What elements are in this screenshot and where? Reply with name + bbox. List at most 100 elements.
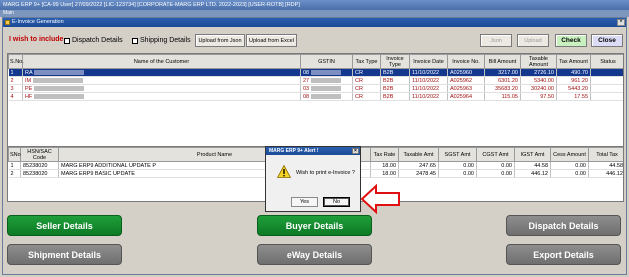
dispatch-details-button[interactable]: Dispatch Details: [506, 215, 621, 236]
table-row[interactable]: 3 PE 03 CR B2B 11/10/2022 A025963 35683.…: [8, 84, 623, 93]
cell-sno: 1: [8, 161, 21, 170]
gstin-value: 08: [303, 93, 310, 100]
col-header[interactable]: Tax Type: [352, 54, 381, 69]
cell-taxable-amount: 97.50: [520, 92, 557, 101]
cell-bill-amount: 115.05: [484, 92, 521, 101]
seller-details-button[interactable]: Seller Details: [7, 215, 122, 236]
table-row[interactable]: 2 IM 27 CR B2B 11/10/2022 A025962 6301.2…: [8, 76, 623, 85]
col-header[interactable]: Taxable Amt: [398, 147, 439, 162]
dispatch-details-checkbox[interactable]: Dispatch Details: [64, 37, 123, 44]
checkbox-box[interactable]: [132, 37, 138, 44]
gstin-value: 27: [303, 77, 310, 84]
cell-cess: 0.00: [550, 161, 589, 170]
upload-from-json-button[interactable]: Upload from Json: [195, 34, 245, 47]
upload-from-excel-button[interactable]: Upload from Excel: [246, 34, 297, 47]
alert-close-icon[interactable]: ×: [352, 148, 359, 154]
col-header[interactable]: Invoice Type: [380, 54, 410, 69]
redacted-block: [33, 93, 84, 99]
cell-tax-type: CR: [352, 76, 381, 85]
checkbox-label: Shipping Details: [140, 37, 191, 44]
wish-label: I wish to include: [9, 36, 64, 43]
cell-tax-type: CR: [352, 84, 381, 93]
cell-bill-amount: 6301.20: [484, 76, 521, 85]
no-button[interactable]: No: [323, 197, 350, 207]
cell-invoice-date: 11/10/2022: [409, 68, 448, 77]
json-button[interactable]: Json: [480, 34, 512, 47]
cell-status: [590, 68, 623, 77]
warning-icon: [277, 165, 291, 178]
redacted-block: [32, 77, 83, 83]
close-button[interactable]: Close: [591, 34, 623, 47]
invoice-header-row: S.No. Name of the Customer GSTIN Tax Typ…: [8, 54, 623, 69]
cell-customer: PE: [22, 84, 301, 93]
table-row[interactable]: 4 HF 08 CR B2B 11/10/2022 A025964 115.05…: [8, 92, 623, 101]
col-header[interactable]: Total Tax: [588, 147, 623, 162]
cell-taxable-amt: 247.65: [398, 161, 439, 170]
col-header[interactable]: Cess Amount: [550, 147, 589, 162]
col-header[interactable]: Bill Amount: [484, 54, 521, 69]
upload-button[interactable]: Upload: [517, 34, 549, 47]
cell-taxable-amount: 5340.00: [520, 76, 557, 85]
col-header[interactable]: GSTIN: [300, 54, 353, 69]
cell-tax-amount: 961.20: [556, 76, 591, 85]
cell-gstin: 27: [300, 76, 353, 85]
cell-invoice-no: A025964: [447, 92, 485, 101]
redacted-block: [310, 77, 341, 83]
col-header[interactable]: CGST Amt: [476, 147, 515, 162]
cell-igst: 44.58: [514, 161, 551, 170]
cell-invoice-date: 11/10/2022: [409, 84, 448, 93]
cell-gstin: 08: [300, 68, 353, 77]
col-header[interactable]: SNo: [8, 147, 21, 162]
cell-cess: 0.00: [550, 169, 589, 178]
cell-hsn: 85238020: [20, 161, 59, 170]
cell-invoice-no: A025960: [447, 68, 485, 77]
eway-details-button[interactable]: eWay Details: [257, 244, 372, 265]
customer-name: PE: [25, 85, 33, 92]
cell-sno: 2: [8, 169, 21, 178]
cell-total-tax: 44.58: [588, 161, 623, 170]
checkbox-label: Dispatch Details: [72, 37, 123, 44]
table-row[interactable]: 1 RA 08 CR B2B 11/10/2022 A025960 3217.0…: [8, 68, 623, 77]
app-menubar[interactable]: Main: [0, 10, 629, 17]
buyer-details-button[interactable]: Buyer Details: [257, 215, 372, 236]
cell-tax-rate: 18.00: [370, 161, 399, 170]
cell-status: [590, 92, 623, 101]
checkbox-box[interactable]: [64, 37, 70, 44]
cell-invoice-no: A025962: [447, 76, 485, 85]
dialog-close-icon[interactable]: ×: [617, 19, 625, 26]
yes-button[interactable]: Yes: [291, 197, 318, 207]
alert-title: MARG ERP 9+ Alert !: [269, 148, 319, 154]
cell-taxable-amount: 30240.00: [520, 84, 557, 93]
col-header[interactable]: S.No.: [8, 54, 24, 69]
check-button[interactable]: Check: [555, 34, 587, 47]
col-header[interactable]: Status: [590, 54, 623, 69]
cell-customer: HF: [22, 92, 301, 101]
cell-cgst: 0.00: [476, 169, 515, 178]
cell-customer: IM: [22, 76, 301, 85]
col-header[interactable]: Tax Rate: [370, 147, 399, 162]
invoice-table: S.No. Name of the Customer GSTIN Tax Typ…: [7, 53, 624, 160]
cell-cgst: 0.00: [476, 161, 515, 170]
col-header[interactable]: Tax Amount: [556, 54, 591, 69]
col-header[interactable]: IGST Amt: [514, 147, 551, 162]
col-header[interactable]: Taxable Amount: [520, 54, 557, 69]
export-details-button[interactable]: Export Details: [506, 244, 621, 265]
cell-tax-type: CR: [352, 92, 381, 101]
customer-name: IM: [25, 77, 32, 84]
cell-bill-amount: 3217.00: [484, 68, 521, 77]
cell-status: [590, 84, 623, 93]
cell-tax-amount: 490.70: [556, 68, 591, 77]
col-header[interactable]: Invoice Date: [409, 54, 448, 69]
col-header[interactable]: Name of the Customer: [22, 54, 301, 69]
shipment-details-button[interactable]: Shipment Details: [7, 244, 122, 265]
shipping-details-checkbox[interactable]: Shipping Details: [132, 37, 191, 44]
cell-sno: 1: [8, 68, 23, 77]
cell-sno: 2: [8, 76, 23, 85]
col-header[interactable]: Invoice No.: [447, 54, 485, 69]
cell-total-tax: 446.12: [588, 169, 623, 178]
cell-sno: 3: [8, 84, 23, 93]
dialog-titlebar: E-Invoice Generation ×: [3, 18, 626, 27]
col-header[interactable]: SGST Amt: [438, 147, 477, 162]
col-header[interactable]: HSN/SAC Code: [20, 147, 59, 162]
cell-tax-rate: 18.00: [370, 169, 399, 178]
